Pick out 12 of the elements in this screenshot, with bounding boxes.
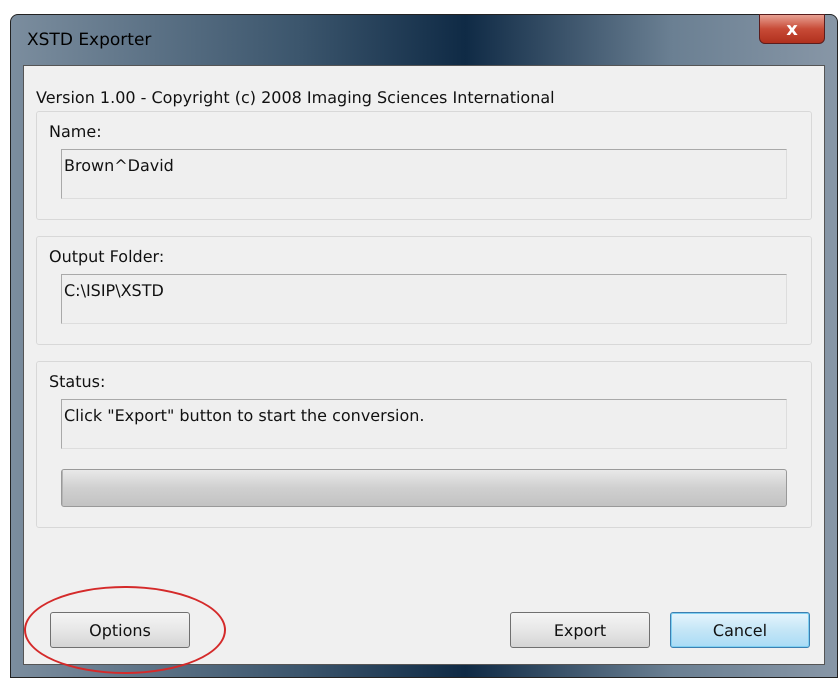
dialog-button[interactable]: Export (510, 612, 650, 648)
window-title: XSTD Exporter (26, 30, 152, 50)
text-field[interactable]: Brown^David (61, 149, 787, 199)
close-button[interactable]: x (759, 14, 825, 44)
dialog-button[interactable]: Cancel (670, 612, 810, 648)
field-label: Status: (49, 372, 106, 391)
version-text: Version 1.00 - Copyright (c) 2008 Imaging Sciences International (36, 88, 556, 107)
status-field: Click "Export" button to start the conversion. (61, 399, 787, 449)
text-field[interactable]: C:\ISIP\XSTD (61, 274, 787, 324)
dialog-button[interactable]: Options (50, 612, 190, 648)
field-label: Output Folder: (49, 247, 164, 266)
field-label: Name: (49, 122, 102, 141)
